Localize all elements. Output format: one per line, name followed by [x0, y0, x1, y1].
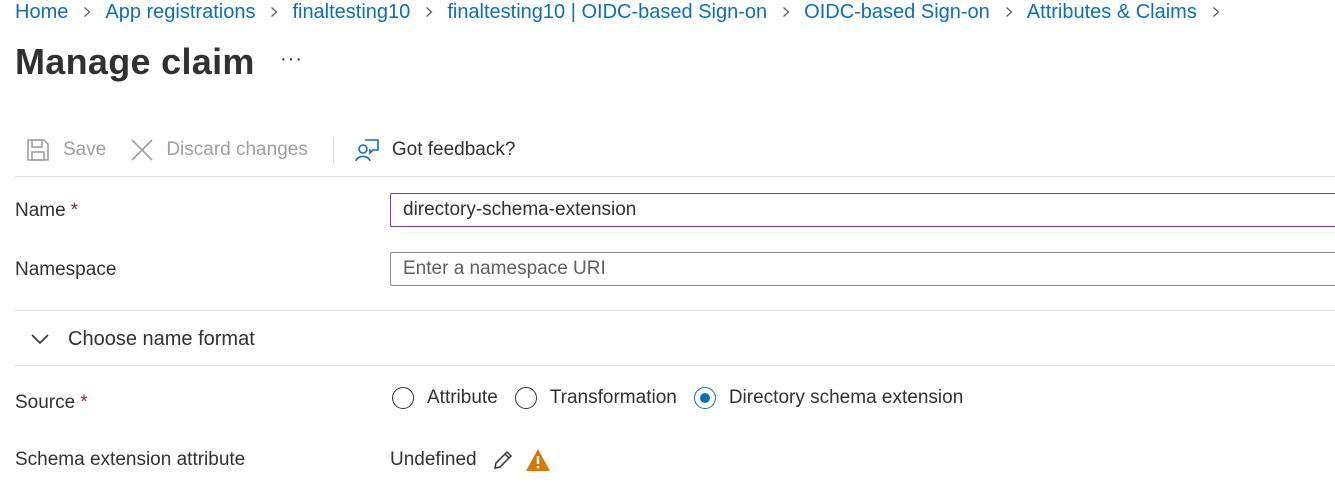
radio-button[interactable] [514, 387, 537, 409]
source-label-text: Source [15, 392, 76, 413]
warning-icon [525, 448, 551, 472]
chevron-down-icon [30, 333, 68, 345]
schema-extension-attribute-value-row: Undefined [390, 446, 551, 474]
close-icon [130, 138, 154, 162]
namespace-input[interactable] [390, 252, 1335, 286]
command-bar: Save Discard changes Got feedback? [15, 132, 515, 168]
schema-extension-attribute-label: Schema extension attribute [15, 449, 246, 470]
breadcrumb-app[interactable]: finaltesting10 [292, 1, 410, 24]
pencil-icon[interactable] [491, 448, 515, 472]
page-title: Manage claim [15, 41, 255, 82]
chevron-right-icon [1003, 6, 1015, 18]
breadcrumb-app-oidc[interactable]: finaltesting10 | OIDC-based Sign-on [447, 1, 767, 24]
save-button[interactable]: Save [15, 137, 106, 163]
discard-label: Discard changes [166, 139, 308, 160]
source-option-label: Transformation [549, 387, 677, 408]
feedback-button[interactable]: Got feedback? [354, 137, 516, 163]
name-label: Name * [15, 200, 78, 222]
toolbar-divider [332, 137, 334, 163]
source-option-transformation[interactable]: Transformation [514, 387, 677, 409]
source-option-label: Directory schema extension [728, 387, 964, 408]
divider [15, 176, 1335, 177]
source-option-label: Attribute [427, 387, 498, 408]
save-icon [25, 137, 51, 163]
radio-button-selected[interactable] [693, 387, 716, 409]
divider [15, 365, 1335, 366]
breadcrumb-app-registrations[interactable]: App registrations [105, 1, 255, 24]
chevron-right-icon [780, 6, 792, 18]
source-option-attribute[interactable]: Attribute [392, 387, 498, 409]
namespace-label: Namespace [15, 259, 117, 280]
choose-name-format-toggle[interactable]: Choose name format [30, 322, 255, 356]
schema-extension-attribute-value: Undefined [390, 449, 477, 470]
source-option-directory-schema-extension[interactable]: Directory schema extension [693, 387, 964, 409]
chevron-right-icon [81, 6, 93, 18]
chevron-right-icon [1210, 6, 1222, 18]
discard-changes-button[interactable]: Discard changes [130, 138, 308, 162]
radio-dot [699, 393, 710, 403]
breadcrumb-home[interactable]: Home [15, 1, 68, 24]
source-label: Source * [15, 392, 88, 414]
more-options-button[interactable]: ··· [280, 48, 303, 71]
source-radio-group: Attribute Transformation Directory schem… [392, 384, 980, 412]
name-input[interactable] [390, 193, 1335, 227]
chevron-right-icon [268, 6, 280, 18]
required-mark: * [80, 392, 88, 413]
divider [15, 310, 1335, 311]
required-mark: * [70, 200, 79, 221]
breadcrumb-oidc-sign-on[interactable]: OIDC-based Sign-on [804, 1, 990, 24]
choose-name-format-label: Choose name format [68, 327, 255, 350]
feedback-label: Got feedback? [391, 139, 516, 160]
name-label-text: Name [15, 200, 66, 221]
save-label: Save [63, 139, 107, 160]
feedback-icon [354, 137, 380, 163]
chevron-right-icon [423, 6, 435, 18]
breadcrumb: Home App registrations finaltesting10 fi… [15, 0, 1234, 24]
breadcrumb-attributes-claims[interactable]: Attributes & Claims [1027, 1, 1197, 24]
radio-button[interactable] [392, 387, 414, 409]
